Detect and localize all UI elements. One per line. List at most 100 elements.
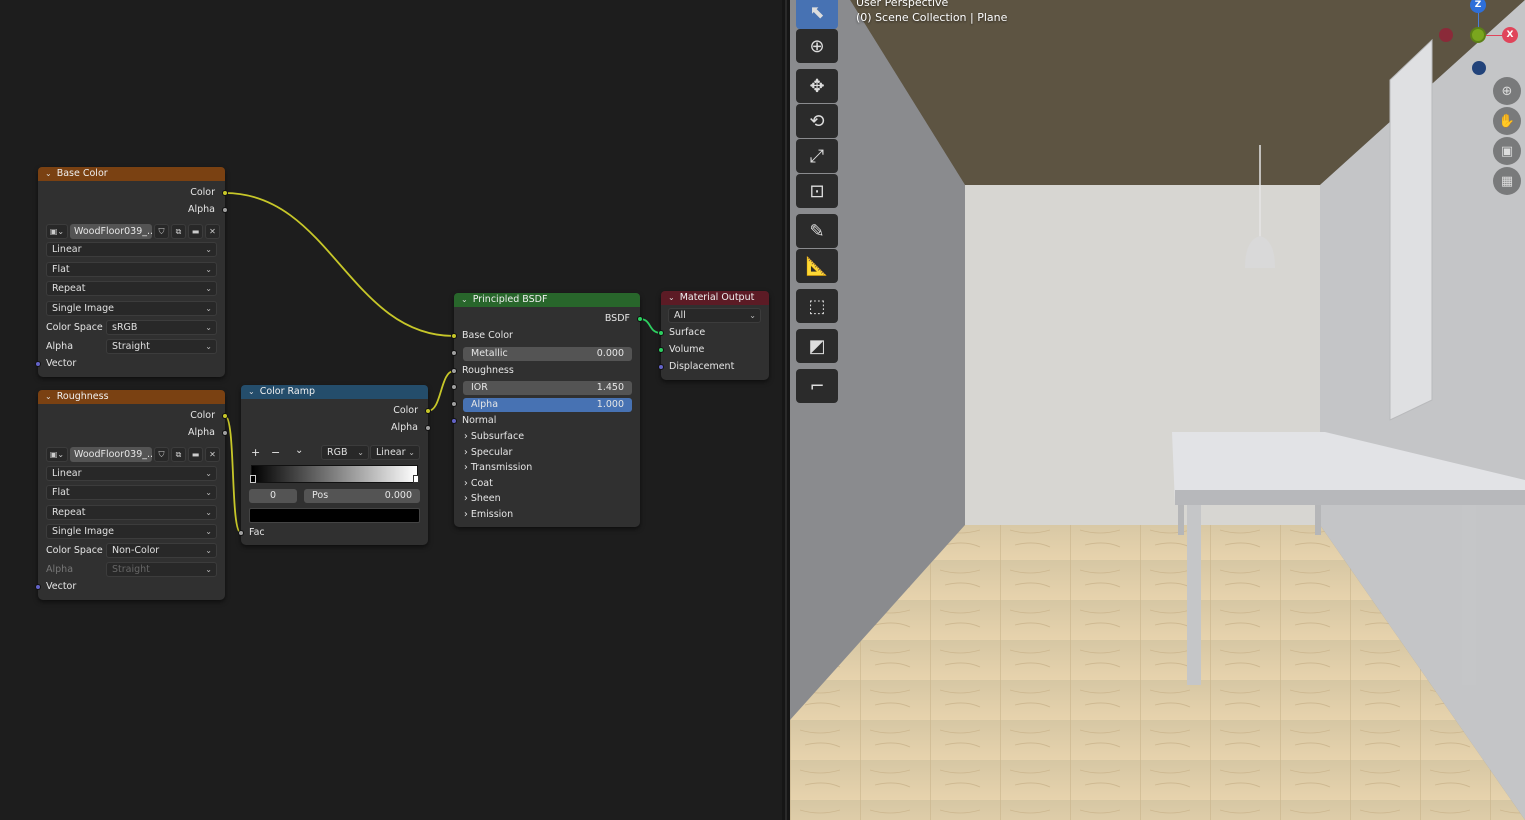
output-target-dropdown[interactable]: All ⌄ — [668, 308, 761, 323]
zoom-icon[interactable]: ⊕ — [1493, 77, 1521, 105]
move-icon[interactable]: ✥ — [796, 69, 838, 103]
hand-pan-icon[interactable]: ✋ — [1493, 107, 1521, 135]
grid-perspective-icon[interactable]: ▦ — [1493, 167, 1521, 195]
ramp-stop-black[interactable] — [250, 475, 256, 483]
chevron-down-icon[interactable]: ⌄ — [248, 385, 255, 399]
node-material-output[interactable]: ⌄ Material Output All ⌄ Surface Volume Dis… — [658, 291, 769, 380]
node-principled-bsdf[interactable]: ⌄ Principled BSDF BSDF Base Color Metalli… — [451, 293, 643, 527]
fake-user-shield-icon[interactable]: ⛉ — [154, 447, 169, 462]
node-header[interactable]: ⌄ Color Ramp — [241, 385, 428, 399]
duplicate-icon[interactable]: ⧉ — [171, 447, 186, 462]
open-folder-icon[interactable]: ▬ — [188, 224, 203, 239]
node-color-ramp[interactable]: ⌄ Color Ramp Color Alpha + − ⌄ RGB ⌄ Linea… — [238, 385, 431, 545]
axis-neg-z-button[interactable] — [1472, 61, 1486, 75]
output-bsdf-socket[interactable] — [637, 316, 643, 322]
image-selector[interactable]: ▣⌄ WoodFloor039_... ⛉ ⧉ ▬ ✕ — [46, 447, 220, 462]
output-color-socket[interactable] — [222, 413, 228, 419]
node-header[interactable]: ⌄ Base Color — [38, 167, 225, 181]
close-icon[interactable]: ✕ — [205, 224, 220, 239]
node-editor[interactable]: ⌄ Base Color Color Alpha ▣⌄ WoodFloor039_… — [0, 0, 782, 820]
panel-sheen[interactable]: › Sheen — [464, 493, 501, 504]
chevron-down-icon[interactable]: ⌄ — [668, 291, 675, 305]
chevron-down-icon[interactable]: ⌄ — [461, 293, 468, 307]
color-ramp-gradient[interactable] — [250, 465, 419, 483]
3d-viewport[interactable] — [790, 0, 1525, 820]
measure-icon[interactable]: 📐 — [796, 249, 838, 283]
alpha-mode-dropdown[interactable]: Straight ⌄ — [106, 339, 217, 354]
cursor-icon[interactable]: ⊕ — [796, 29, 838, 63]
image-name-field[interactable]: WoodFloor039_... — [70, 224, 152, 239]
metallic-field[interactable]: Metallic 0.000 — [463, 347, 632, 361]
node-header[interactable]: ⌄ Material Output — [661, 291, 769, 305]
image-browse-icon[interactable]: ▣⌄ — [46, 224, 68, 239]
transform-icon[interactable]: ⊡ — [796, 174, 838, 208]
area-divider[interactable] — [782, 0, 790, 820]
scale-icon[interactable]: ⤢ — [796, 139, 838, 173]
input-displacement-socket[interactable] — [658, 364, 664, 370]
node-header[interactable]: ⌄ Principled BSDF — [454, 293, 640, 307]
input-volume-socket[interactable] — [658, 347, 664, 353]
duplicate-icon[interactable]: ⧉ — [171, 224, 186, 239]
color-space-dropdown[interactable]: Non-Color ⌄ — [106, 543, 217, 558]
stop-color-swatch[interactable] — [249, 508, 420, 523]
output-alpha-socket[interactable] — [222, 430, 228, 436]
input-normal-socket[interactable] — [451, 418, 457, 424]
input-surface-socket[interactable] — [658, 330, 664, 336]
node-roughness[interactable]: ⌄ Roughness Color Alpha ▣⌄ WoodFloor039_.… — [35, 390, 228, 600]
input-roughness-socket[interactable] — [451, 368, 457, 374]
interpolation-dropdown[interactable]: Linear ⌄ — [46, 242, 217, 257]
output-color-socket[interactable] — [425, 408, 431, 414]
interpolation-dropdown[interactable]: Linear ⌄ — [46, 466, 217, 481]
panel-coat[interactable]: › Coat — [464, 478, 493, 489]
axis-y-button[interactable] — [1470, 27, 1486, 43]
panel-subsurface[interactable]: › Subsurface — [464, 431, 524, 442]
panel-transmission[interactable]: › Transmission — [464, 462, 532, 473]
select-box-icon[interactable]: ⬉ — [796, 0, 838, 29]
stop-index-field[interactable]: 0 — [249, 489, 297, 503]
close-icon[interactable]: ✕ — [205, 447, 220, 462]
add-stop-button[interactable]: + — [251, 446, 260, 459]
input-ior-socket[interactable] — [451, 384, 457, 390]
node-header[interactable]: ⌄ Roughness — [38, 390, 225, 404]
remove-stop-button[interactable]: − — [271, 446, 280, 459]
shrink-icon[interactable]: ◩ — [796, 329, 838, 363]
panel-specular[interactable]: › Specular — [464, 447, 512, 458]
ramp-stop-white[interactable] — [413, 475, 419, 483]
node-base-color[interactable]: ⌄ Base Color Color Alpha ▣⌄ WoodFloor039_… — [35, 167, 228, 377]
open-folder-icon[interactable]: ▬ — [188, 447, 203, 462]
image-browse-icon[interactable]: ▣⌄ — [46, 447, 68, 462]
input-vector-socket[interactable] — [35, 361, 41, 367]
source-dropdown[interactable]: Single Image ⌄ — [46, 524, 217, 539]
chevron-down-icon[interactable]: ⌄ — [45, 390, 52, 404]
source-dropdown[interactable]: Single Image ⌄ — [46, 301, 217, 316]
stop-position-field[interactable]: Pos 0.000 — [304, 489, 420, 503]
ramp-menu-button[interactable]: ⌄ — [295, 445, 303, 456]
output-color-socket[interactable] — [222, 190, 228, 196]
projection-dropdown[interactable]: Flat ⌄ — [46, 262, 217, 277]
ramp-interpolation-dropdown[interactable]: Linear ⌄ — [370, 445, 420, 460]
camera-icon[interactable]: ▣ — [1493, 137, 1521, 165]
chevron-down-icon[interactable]: ⌄ — [45, 167, 52, 181]
fake-user-shield-icon[interactable]: ⛉ — [154, 224, 169, 239]
image-name-field[interactable]: WoodFloor039_... — [70, 447, 152, 462]
extension-dropdown[interactable]: Repeat ⌄ — [46, 505, 217, 520]
extrude-icon[interactable]: ⌐ — [796, 369, 838, 403]
input-base-color-socket[interactable] — [451, 333, 457, 339]
color-space-dropdown[interactable]: sRGB ⌄ — [106, 320, 217, 335]
image-selector[interactable]: ▣⌄ WoodFloor039_... ⛉ ⧉ ▬ ✕ — [46, 224, 220, 239]
input-alpha-socket[interactable] — [451, 401, 457, 407]
axis-neg-x-button[interactable] — [1439, 28, 1453, 42]
output-alpha-socket[interactable] — [222, 207, 228, 213]
panel-emission[interactable]: › Emission — [464, 509, 513, 520]
axis-x-button[interactable]: X — [1502, 27, 1518, 43]
annotate-icon[interactable]: ✎ — [796, 214, 838, 248]
projection-dropdown[interactable]: Flat ⌄ — [46, 485, 217, 500]
input-fac-socket[interactable] — [238, 530, 244, 536]
ior-field[interactable]: IOR 1.450 — [463, 381, 632, 395]
alpha-field[interactable]: Alpha 1.000 — [463, 398, 632, 412]
output-alpha-socket[interactable] — [425, 425, 431, 431]
add-cube-icon[interactable]: ⬚ — [796, 289, 838, 323]
rotate-icon[interactable]: ⟲ — [796, 104, 838, 138]
input-metallic-socket[interactable] — [451, 350, 457, 356]
input-vector-socket[interactable] — [35, 584, 41, 590]
